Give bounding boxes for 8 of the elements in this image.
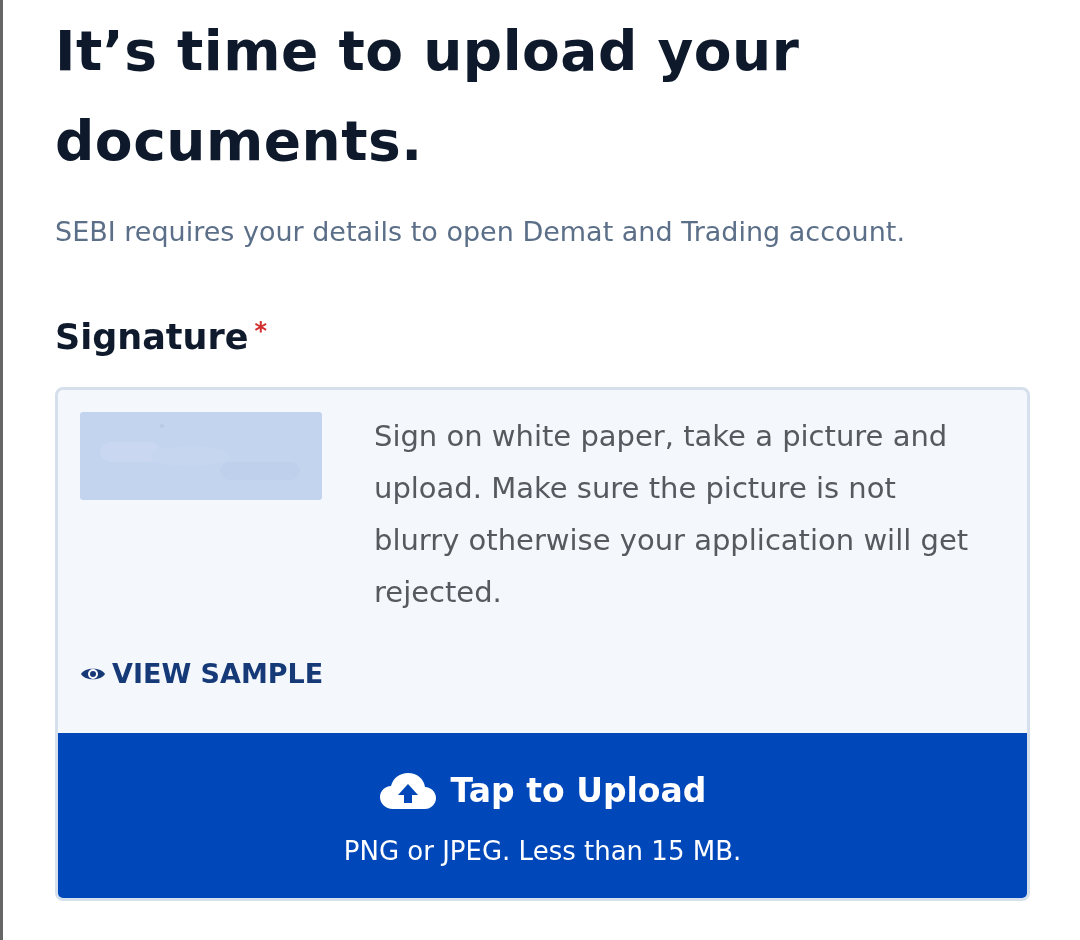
page-heading: It’s time to upload your documents.: [55, 18, 801, 175]
view-sample-link[interactable]: VIEW SAMPLE: [80, 658, 324, 689]
subtitle: SEBI requires your details to open Demat and Trading account.: [55, 216, 906, 247]
required-mark: *: [254, 317, 267, 345]
field-label: Signature: [55, 317, 249, 357]
instructions: Sign on white paper, take a picture and upload. Make sure the picture is not blurry otherwise your application will get rejected.: [374, 418, 970, 611]
upload-button[interactable]: Tap to Upload PNG or JPEG. Less than 15 MB.: [58, 733, 1027, 898]
cloud-upload-icon: [378, 771, 437, 810]
